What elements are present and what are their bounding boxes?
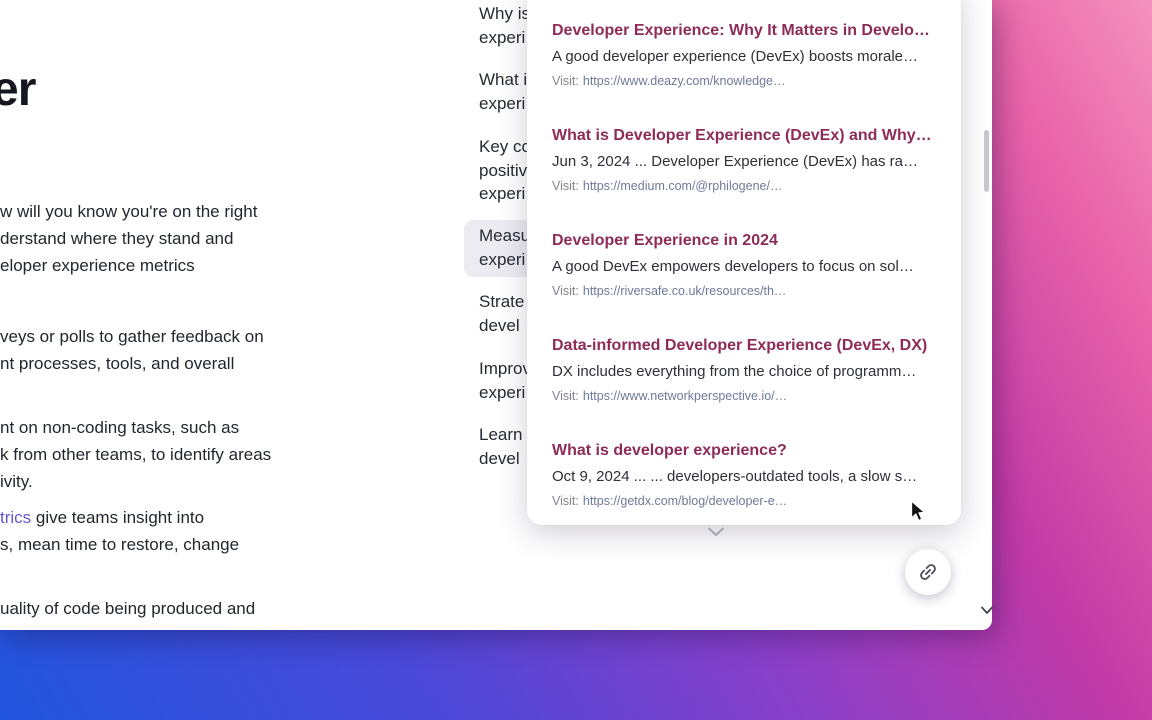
toc-item-line: Why is bbox=[479, 2, 530, 26]
toc-item[interactable]: Why is experi bbox=[479, 2, 530, 49]
result-snippet: A good DevEx empowers developers to focu… bbox=[552, 257, 935, 277]
toc-item-line: experi bbox=[479, 92, 527, 116]
article-text-line: derstand where they stand and bbox=[0, 225, 257, 252]
article-text-line: s, mean time to restore, change bbox=[0, 531, 239, 558]
result-title[interactable]: Developer Experience: Why It Matters in … bbox=[552, 20, 935, 42]
article-text-line: nt processes, tools, and overall bbox=[0, 350, 264, 377]
result-title[interactable]: What is developer experience? bbox=[552, 440, 935, 462]
article-inline-link[interactable]: trics bbox=[0, 508, 31, 527]
toc-item[interactable]: Key co positiv experi bbox=[479, 135, 531, 206]
toc-item-line: devel bbox=[479, 447, 522, 471]
toc-item-line: Key co bbox=[479, 135, 531, 159]
article-paragraph: uality of code being produced and bbox=[0, 595, 255, 622]
toc-item-line: Learn bbox=[479, 423, 522, 447]
toc-item-line: Measu bbox=[479, 224, 530, 248]
result-title[interactable]: What is Developer Experience (DevEx) and… bbox=[552, 125, 935, 147]
browser-window: er w will you know you're on the right d… bbox=[0, 0, 992, 630]
search-result: Developer Experience: Why It Matters in … bbox=[552, 20, 935, 90]
article-text-line: w will you know you're on the right bbox=[0, 198, 257, 225]
article-paragraph: trics give teams insight into s, mean ti… bbox=[0, 504, 239, 558]
toc-item-line: Strate bbox=[479, 290, 524, 314]
toc-item[interactable]: Improv experi bbox=[479, 357, 531, 404]
result-visit-line: Visit: https://riversafe.co.uk/resources/… bbox=[552, 283, 935, 300]
toc-item-line: Improv bbox=[479, 357, 531, 381]
toc-item[interactable]: Strate devel bbox=[479, 290, 524, 337]
result-visit-line: Visit: https://getdx.com/blog/developer-e… bbox=[552, 493, 935, 510]
chevron-down-icon bbox=[707, 524, 725, 534]
result-snippet: Jun 3, 2024 ... Developer Experience (De… bbox=[552, 152, 935, 172]
visit-label: Visit: bbox=[552, 389, 579, 403]
scrollbar-thumb[interactable] bbox=[984, 130, 989, 192]
result-snippet: Oct 9, 2024 ... ... developers-outdated … bbox=[552, 467, 935, 487]
search-results-panel: Developer Experience: Why It Matters in … bbox=[527, 0, 961, 525]
toc-item-line: experi bbox=[479, 248, 530, 272]
article-heading: er bbox=[0, 62, 35, 117]
toc-item[interactable]: What i experi bbox=[479, 68, 527, 115]
result-title[interactable]: Developer Experience in 2024 bbox=[552, 230, 935, 252]
toc-item-line: devel bbox=[479, 314, 524, 338]
visit-label: Visit: bbox=[552, 494, 579, 508]
search-result: What is Developer Experience (DevEx) and… bbox=[552, 125, 935, 195]
article-paragraph: nt on non-coding tasks, such as k from o… bbox=[0, 414, 271, 495]
visit-label: Visit: bbox=[552, 284, 579, 298]
result-url-link[interactable]: https://riversafe.co.uk/resources/th… bbox=[583, 284, 787, 298]
article-paragraph: veys or polls to gather feedback on nt p… bbox=[0, 323, 264, 377]
article-text-fragment: give teams insight into bbox=[31, 508, 204, 527]
toc-item-line: experi bbox=[479, 381, 531, 405]
result-visit-line: Visit: https://www.deazy.com/knowledge… bbox=[552, 73, 935, 90]
toc-item[interactable]: Learn devel bbox=[479, 423, 522, 470]
visit-label: Visit: bbox=[552, 74, 579, 88]
result-title[interactable]: Data-informed Developer Experience (DevE… bbox=[552, 335, 935, 357]
toc-item-line: What i bbox=[479, 68, 527, 92]
article-text-line: veys or polls to gather feedback on bbox=[0, 323, 264, 350]
copy-link-button[interactable] bbox=[905, 549, 951, 595]
result-url-link[interactable]: https://getdx.com/blog/developer-e… bbox=[583, 494, 787, 508]
visit-label: Visit: bbox=[552, 179, 579, 193]
article-text-line: trics give teams insight into bbox=[0, 504, 239, 531]
toc-item-line: experi bbox=[479, 26, 530, 50]
result-snippet: DX includes everything from the choice o… bbox=[552, 362, 935, 382]
search-result: Developer Experience in 2024 A good DevE… bbox=[552, 230, 935, 300]
result-url-link[interactable]: https://www.networkperspective.io/… bbox=[583, 389, 787, 403]
article-text-line: nt on non-coding tasks, such as bbox=[0, 414, 271, 441]
desktop-wallpaper: er w will you know you're on the right d… bbox=[0, 0, 1152, 720]
search-result: Data-informed Developer Experience (DevE… bbox=[552, 335, 935, 405]
toc-item-line: experi bbox=[479, 182, 531, 206]
article-text-line: k from other teams, to identify areas bbox=[0, 441, 271, 468]
link-icon bbox=[912, 556, 943, 587]
article-paragraph: w will you know you're on the right ders… bbox=[0, 198, 257, 279]
scroll-down-indicator-icon bbox=[980, 602, 994, 611]
article-text-line: uality of code being produced and bbox=[0, 595, 255, 622]
result-visit-line: Visit: https://medium.com/@rphilogene/… bbox=[552, 178, 935, 195]
toc-item-line: positiv bbox=[479, 159, 531, 183]
toc-item-selected[interactable]: Measu experi bbox=[479, 224, 530, 271]
result-visit-line: Visit: https://www.networkperspective.io/… bbox=[552, 388, 935, 405]
article-text-line: eloper experience metrics bbox=[0, 252, 257, 279]
search-result: What is developer experience? Oct 9, 202… bbox=[552, 440, 935, 510]
result-snippet: A good developer experience (DevEx) boos… bbox=[552, 47, 935, 67]
result-url-link[interactable]: https://medium.com/@rphilogene/… bbox=[583, 179, 783, 193]
result-url-link[interactable]: https://www.deazy.com/knowledge… bbox=[583, 74, 786, 88]
article-text-line: ivity. bbox=[0, 468, 271, 495]
